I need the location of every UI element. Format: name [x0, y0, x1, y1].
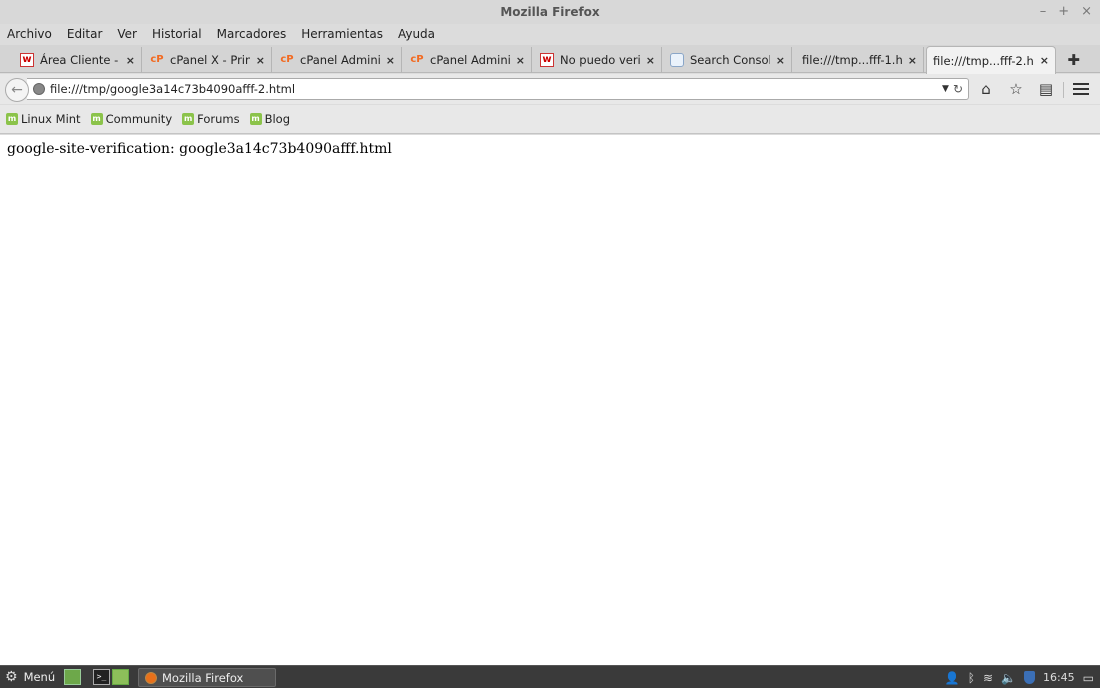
bookmark-linux-mint[interactable]: m Linux Mint — [6, 112, 81, 126]
tab-label: cPanel Admini... — [430, 53, 510, 67]
close-tab-icon[interactable]: × — [908, 54, 917, 67]
cpanel-icon: cP — [410, 54, 424, 65]
bookmark-label: Blog — [264, 112, 290, 126]
w-icon: w — [540, 53, 554, 67]
tab-label: file:///tmp...fff-2.html — [933, 53, 1034, 68]
bookmark-community[interactable]: m Community — [90, 112, 173, 126]
volume-icon[interactable]: 🔈 — [1001, 671, 1016, 685]
toolbar-separator — [1063, 82, 1064, 98]
tab-label: cPanel Admini... — [300, 53, 380, 67]
cpanel-icon: cP — [280, 54, 294, 65]
terminal-icon[interactable]: >_ — [93, 669, 110, 685]
bookmark-label: Linux Mint — [21, 112, 81, 126]
shield-icon[interactable] — [1023, 671, 1035, 684]
close-tab-icon[interactable]: × — [386, 54, 395, 67]
task-label: Mozilla Firefox — [162, 670, 244, 685]
tab-file-1[interactable]: file:///tmp...fff-1.html × — [796, 47, 924, 73]
bookmark-forums[interactable]: m Forums — [182, 112, 240, 126]
menu-herramientas[interactable]: Herramientas — [301, 27, 383, 41]
tab-label: file:///tmp...fff-1.html — [802, 53, 902, 67]
arrow-left-icon: ← — [11, 82, 23, 98]
maximize-button[interactable]: + — [1058, 0, 1069, 24]
window-titlebar: Mozilla Firefox – + × — [0, 0, 1100, 24]
tab-label: No puedo verif... — [560, 53, 640, 67]
navigation-bar: file:///tmp/google3a14c73b4090afff-2.htm… — [0, 74, 1100, 104]
hamburger-menu-icon[interactable] — [1071, 80, 1091, 98]
start-menu-button[interactable]: ⚙ Menú — [5, 669, 55, 685]
linux-mint-icon: m — [6, 113, 18, 125]
tab-label: cPanel X - Prin... — [170, 53, 250, 67]
menu-editar[interactable]: Editar — [67, 27, 103, 41]
clock[interactable]: 16:45 — [1043, 671, 1075, 684]
tab-cpanel-admin-1[interactable]: cP cPanel Admini... × — [274, 47, 402, 73]
reload-icon[interactable]: ↻ — [953, 82, 963, 96]
w-icon: w — [20, 53, 34, 67]
menu-label: Menú — [23, 670, 56, 684]
wifi-icon[interactable]: ≋ — [983, 671, 993, 685]
star-icon[interactable]: ☆ — [1006, 79, 1026, 99]
close-tab-icon[interactable]: × — [516, 54, 525, 67]
close-window-button[interactable]: × — [1081, 0, 1092, 24]
menu-marcadores[interactable]: Marcadores — [217, 27, 287, 41]
bookmark-label: Community — [105, 112, 173, 126]
bookmark-blog[interactable]: m Blog — [249, 112, 290, 126]
tab-file-2[interactable]: file:///tmp...fff-2.html × — [926, 46, 1056, 74]
tab-area-cliente[interactable]: w Área Cliente - ... × — [14, 47, 142, 73]
minimize-button[interactable]: – — [1040, 0, 1047, 24]
close-tab-icon[interactable]: × — [646, 54, 655, 67]
tab-no-puedo-verif[interactable]: w No puedo verif... × — [534, 47, 662, 73]
clipboard-icon[interactable]: ▤ — [1036, 79, 1056, 99]
menu-bar: Archivo Editar Ver Historial Marcadores … — [0, 24, 1100, 44]
globe-icon — [33, 83, 45, 95]
window-title: Mozilla Firefox — [500, 5, 600, 19]
close-tab-icon[interactable]: × — [256, 54, 265, 67]
bluetooth-icon[interactable]: ᛒ — [968, 671, 975, 685]
taskbar-firefox-button[interactable]: Mozilla Firefox — [138, 668, 276, 687]
close-tab-icon[interactable]: × — [1040, 54, 1049, 67]
cpanel-icon: cP — [150, 54, 164, 65]
linux-mint-icon: m — [249, 113, 262, 125]
tab-search-console[interactable]: Search Console × — [664, 47, 792, 73]
home-icon[interactable]: ⌂ — [976, 79, 996, 99]
page-content: google-site-verification: google3a14c73b… — [0, 135, 1100, 665]
back-button[interactable]: ← — [5, 78, 29, 102]
folder-icon[interactable] — [112, 669, 129, 685]
chevron-down-icon[interactable]: ▼ — [942, 84, 949, 94]
linux-mint-icon: m — [182, 113, 195, 125]
window-controls: – + × — [1040, 0, 1092, 24]
menu-ayuda[interactable]: Ayuda — [398, 27, 435, 41]
linux-mint-icon: m — [90, 113, 103, 125]
menu-ver[interactable]: Ver — [117, 27, 137, 41]
url-text[interactable]: file:///tmp/google3a14c73b4090afff-2.htm… — [50, 82, 942, 96]
verification-text: google-site-verification: google3a14c73b… — [7, 141, 392, 157]
bookmarks-bar: m Linux Mint m Community m Forums m Blog — [0, 105, 1100, 134]
menu-archivo[interactable]: Archivo — [7, 27, 52, 41]
user-icon[interactable]: 👤 — [945, 671, 960, 685]
search-console-icon — [670, 53, 684, 67]
tab-strip: w Área Cliente - ... × cP cPanel X - Pri… — [0, 45, 1100, 74]
nav-toolbar-icons: ⌂ ☆ ▤ — [976, 79, 1056, 99]
notifications-icon[interactable]: ▭ — [1083, 671, 1094, 685]
taskbar: ⚙ Menú >_ Mozilla Firefox 👤 ᛒ ≋ 🔈 16:45 … — [0, 665, 1100, 688]
close-tab-icon[interactable]: × — [126, 54, 135, 67]
tab-cpanel-admin-2[interactable]: cP cPanel Admini... × — [404, 47, 532, 73]
system-tray: 👤 ᛒ ≋ 🔈 16:45 ▭ — [945, 668, 1094, 687]
url-bar[interactable]: file:///tmp/google3a14c73b4090afff-2.htm… — [27, 78, 969, 100]
bookmark-label: Forums — [197, 112, 240, 126]
gear-icon: ⚙ — [5, 669, 18, 685]
firefox-icon — [145, 671, 157, 684]
new-tab-icon[interactable]: ✚ — [1067, 51, 1080, 69]
tab-label: Search Console — [690, 53, 770, 67]
tab-label: Área Cliente - ... — [40, 53, 120, 67]
show-desktop-icon[interactable] — [64, 669, 81, 685]
menu-historial[interactable]: Historial — [152, 27, 202, 41]
close-tab-icon[interactable]: × — [776, 54, 785, 67]
tab-cpanel-x[interactable]: cP cPanel X - Prin... × — [144, 47, 272, 73]
